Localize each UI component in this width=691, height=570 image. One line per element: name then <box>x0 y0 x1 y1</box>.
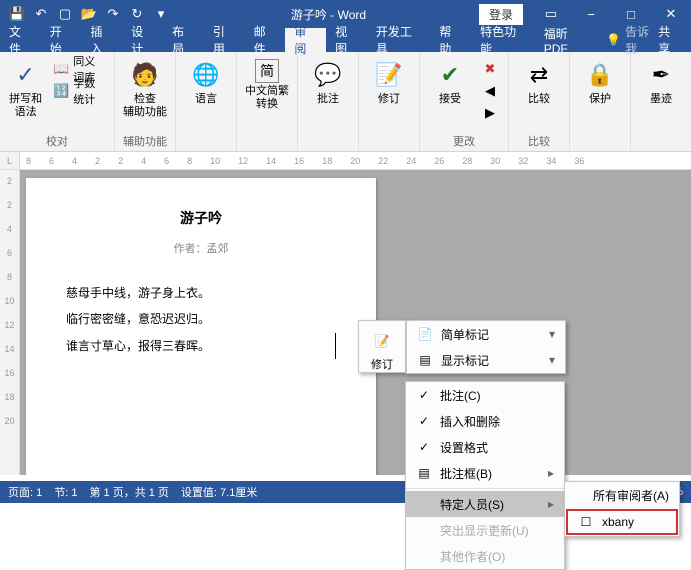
markup-item-3[interactable]: ▤批注框(B)▸ <box>406 460 564 486</box>
open-icon[interactable]: 📂 <box>78 3 100 25</box>
group-changes-label: 更改 <box>426 131 502 151</box>
save-icon[interactable]: 💾 <box>6 3 28 25</box>
next-change-button[interactable]: ▶ <box>478 103 502 123</box>
prev-icon: ◀ <box>482 83 498 99</box>
window-title: 游子吟 - Word <box>178 6 479 23</box>
login-button[interactable]: 登录 <box>479 4 523 25</box>
compare-button[interactable]: ⇄ 比较 <box>515 55 563 106</box>
protect-button[interactable]: 🔒 保护 <box>576 55 624 106</box>
tab-3[interactable]: 设计 <box>122 28 163 52</box>
markup-item-4[interactable]: 特定人员(S)▸ <box>406 491 564 517</box>
group-compare-label: 比较 <box>515 131 563 151</box>
simple-markup-item[interactable]: 📄 简单标记 ▾ <box>407 321 565 347</box>
undo-icon[interactable]: ↶ <box>30 3 52 25</box>
tab-4[interactable]: 布局 <box>163 28 204 52</box>
all-reviewers-item[interactable]: 所有审阅者(A) <box>565 482 679 508</box>
lock-icon: 🔒 <box>584 59 616 91</box>
ruler-corner: L <box>0 152 20 169</box>
redo-icon[interactable]: ↷ <box>102 3 124 25</box>
doc-title: 游子吟 <box>66 208 336 228</box>
ink-button[interactable]: ✒ 墨迹 <box>637 55 685 106</box>
accept-icon: ✔ <box>434 59 466 91</box>
comment-icon: 💬 <box>312 59 344 91</box>
doc-icon: 📄 <box>417 327 433 341</box>
tab-9[interactable]: 开发工具 <box>367 28 431 52</box>
chevron-down-icon: ▾ <box>549 327 555 341</box>
doc-author: 作者：孟郊 <box>66 240 336 256</box>
markup-dropdown: 📄 简单标记 ▾ ▤ 显示标记 ▾ <box>406 320 566 374</box>
globe-icon: 🌐 <box>190 59 222 91</box>
status-page[interactable]: 页面: 1 <box>8 484 42 500</box>
markup-item-2[interactable]: ✓设置格式 <box>406 434 564 460</box>
repeat-icon[interactable]: ↻ <box>126 3 148 25</box>
doc-line: 谁言寸草心，报得三春晖。 <box>66 333 336 359</box>
markup-item-5: 突出显示更新(U) <box>406 517 564 543</box>
group-accessibility-label: 辅助功能 <box>121 131 169 151</box>
track-option[interactable]: 📝 修订 <box>359 321 405 372</box>
tab-11[interactable]: 特色功能 <box>471 28 535 52</box>
compare-icon: ⇄ <box>523 59 555 91</box>
markup-item-0[interactable]: ✓批注(C) <box>406 382 564 408</box>
markup-item-1[interactable]: ✓插入和删除 <box>406 408 564 434</box>
chevron-down-icon: ▾ <box>549 353 555 367</box>
track-dropdown: 📝 修订 <box>358 320 406 373</box>
doc-line: 临行密密缝，意恐迟迟归。 <box>66 306 336 332</box>
next-icon: ▶ <box>482 105 498 121</box>
chevron-right-icon: ▸ <box>548 466 554 480</box>
spelling-button[interactable]: ✓ 拼写和语法 <box>6 55 45 119</box>
tab-12[interactable]: 福昕PDF <box>535 28 599 52</box>
status-pageof[interactable]: 第 1 页，共 1 页 <box>89 484 168 500</box>
tab-6[interactable]: 邮件 <box>245 28 286 52</box>
reject-icon: ✖ <box>482 61 498 77</box>
convert-button[interactable]: 简 中文简繁 转换 <box>243 55 291 111</box>
tab-2[interactable]: 插入 <box>82 28 123 52</box>
reviewer-xbany-item[interactable]: ☐ xbany <box>566 509 678 535</box>
group-proofing-label: 校对 <box>6 131 108 151</box>
track-icon: 📝 <box>374 325 390 357</box>
new-icon[interactable]: ▢ <box>54 3 76 25</box>
status-position[interactable]: 设置值: 7.1厘米 <box>181 484 257 500</box>
chevron-right-icon: ▸ <box>548 497 554 511</box>
count-icon: 🔢 <box>53 83 69 99</box>
accessibility-button[interactable]: 🧑 检查 辅助功能 <box>121 55 169 119</box>
vertical-ruler[interactable]: 22468101214161820 <box>0 170 20 475</box>
pen-icon: ✒ <box>645 59 677 91</box>
accessibility-icon: 🧑 <box>129 59 161 91</box>
document-background: 游子吟 作者：孟郊 慈母手中线，游子身上衣。临行密密缝，意恐迟迟归。谁言寸草心，… <box>20 170 691 475</box>
tab-8[interactable]: 视图 <box>326 28 367 52</box>
reject-button[interactable]: ✖ <box>478 59 502 79</box>
tab-0[interactable]: 文件 <box>0 28 41 52</box>
horizontal-ruler[interactable]: 864224681012141618202224262830323436 <box>20 152 691 169</box>
bulb-icon: 💡 <box>606 33 621 47</box>
prev-change-button[interactable]: ◀ <box>478 81 502 101</box>
list-icon: ▤ <box>417 353 433 367</box>
tab-1[interactable]: 开始 <box>41 28 82 52</box>
doc-line: 慈母手中线，游子身上衣。 <box>66 280 336 306</box>
status-section[interactable]: 节: 1 <box>54 484 77 500</box>
document-page[interactable]: 游子吟 作者：孟郊 慈母手中线，游子身上衣。临行密密缝，意恐迟迟归。谁言寸草心，… <box>26 178 376 475</box>
wordcount-button[interactable]: 🔢字数统计 <box>49 81 108 101</box>
show-markup-submenu: ✓批注(C)✓插入和删除✓设置格式▤批注框(B)▸ 特定人员(S)▸突出显示更新(… <box>405 381 565 570</box>
accept-button[interactable]: ✔ 接受 <box>426 55 474 106</box>
qat-dropdown-icon[interactable]: ▾ <box>150 3 172 25</box>
tab-7[interactable]: 审阅 <box>285 28 326 52</box>
book-icon: 📖 <box>53 61 69 77</box>
markup-item-6: 其他作者(O) <box>406 543 564 569</box>
track-changes-button[interactable]: 📝 修订 <box>365 55 413 106</box>
track-icon: 📝 <box>373 59 405 91</box>
comment-button[interactable]: 💬 批注 <box>304 55 352 106</box>
language-button[interactable]: 🌐 语言 <box>182 55 230 106</box>
tab-10[interactable]: 帮助 <box>430 28 471 52</box>
tab-5[interactable]: 引用 <box>204 28 245 52</box>
simp-icon: 简 <box>255 59 279 83</box>
show-markup-item[interactable]: ▤ 显示标记 ▾ <box>407 347 565 373</box>
checkbox-icon: ☐ <box>578 515 594 529</box>
reviewers-submenu: 所有审阅者(A) ☐ xbany <box>564 481 680 537</box>
